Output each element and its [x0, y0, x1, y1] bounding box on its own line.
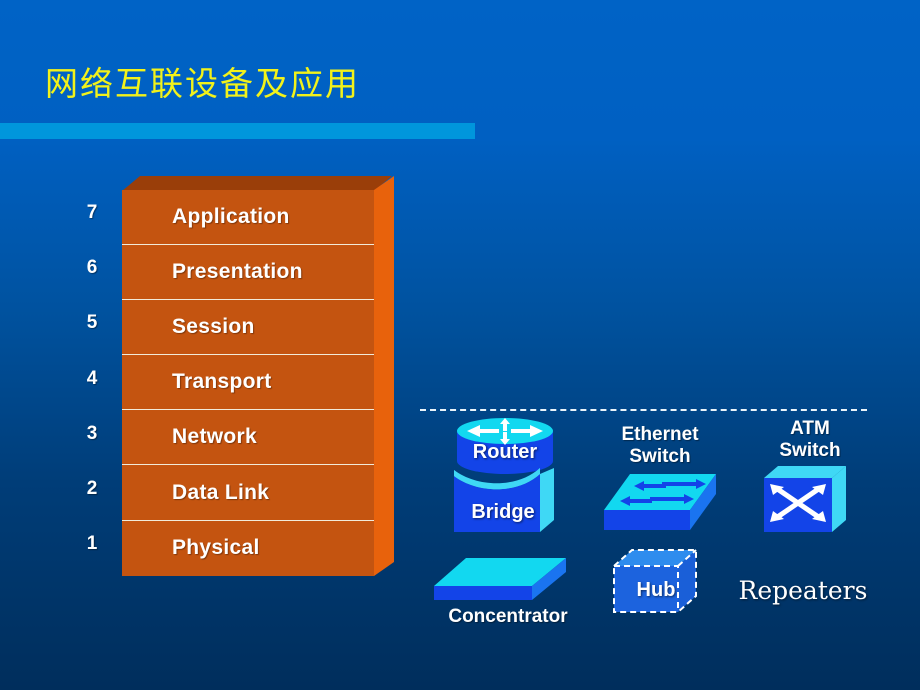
osi-layer-label-application: Application [172, 205, 290, 229]
concentrator-device[interactable]: Concentrator [432, 556, 584, 632]
bridge-device[interactable]: Bridge [450, 468, 556, 534]
osi-layer-label-presentation: Presentation [172, 260, 303, 284]
osi-layer-number-2: 2 [86, 478, 98, 499]
router-device[interactable]: Router [455, 417, 555, 475]
slide-canvas: 网络互联设备及应用 7 6 5 4 3 2 1 Application Pres… [0, 0, 920, 690]
osi-layer-row-transport[interactable]: Transport [122, 355, 374, 411]
osi-layer-row-physical[interactable]: Physical [122, 521, 374, 576]
osi-layer-label-transport: Transport [172, 370, 272, 394]
title-accent-bar [0, 123, 475, 139]
osi-layer-label-session: Session [172, 315, 255, 339]
atm-switch-device[interactable]: ATM Switch [760, 418, 860, 533]
atm-switch-label-line2: Switch [779, 440, 841, 461]
dashed-divider [420, 409, 867, 411]
osi-layer-row-network[interactable]: Network [122, 410, 374, 466]
osi-layer-number-4: 4 [86, 368, 98, 389]
atm-switch-cube-icon [764, 466, 846, 532]
osi-layer-label-physical: Physical [172, 536, 260, 560]
osi-layer-label-network: Network [172, 425, 257, 449]
osi-layer-number-column: 7 6 5 4 3 2 1 [75, 190, 109, 590]
osi-model-stack: Application Presentation Session Transpo… [122, 176, 394, 590]
router-cylinder-icon [457, 418, 553, 474]
osi-stack-front-face: Application Presentation Session Transpo… [122, 190, 374, 576]
ethernet-switch-device[interactable]: Ethernet Switch [600, 424, 720, 534]
ethernet-switch-label-line1: Ethernet [621, 424, 699, 445]
osi-stack-top-face [122, 176, 392, 191]
osi-layer-number-7: 7 [86, 202, 98, 223]
bridge-box-icon [454, 468, 554, 532]
osi-layer-number-3: 3 [86, 423, 98, 444]
concentrator-label: Concentrator [448, 606, 568, 627]
osi-layer-row-session[interactable]: Session [122, 300, 374, 356]
osi-layer-number-5: 5 [86, 312, 98, 333]
osi-layer-number-6: 6 [86, 257, 98, 278]
repeaters-label: Repeaters [738, 576, 868, 605]
ethernet-switch-label-line2: Switch [629, 446, 691, 467]
page-title: 网络互联设备及应用 [45, 64, 360, 103]
concentrator-slab-icon [434, 558, 566, 600]
osi-stack-right-face [374, 176, 394, 576]
osi-layer-row-presentation[interactable]: Presentation [122, 245, 374, 301]
hub-cube-icon [613, 549, 697, 613]
ethernet-switch-icon [604, 474, 716, 530]
hub-device[interactable]: Hub [610, 546, 702, 618]
osi-layer-row-data-link[interactable]: Data Link [122, 465, 374, 521]
osi-layer-number-1: 1 [86, 533, 98, 554]
osi-layer-row-application[interactable]: Application [122, 190, 374, 246]
atm-switch-label-line1: ATM [790, 418, 830, 439]
osi-layer-label-data-link: Data Link [172, 480, 270, 504]
